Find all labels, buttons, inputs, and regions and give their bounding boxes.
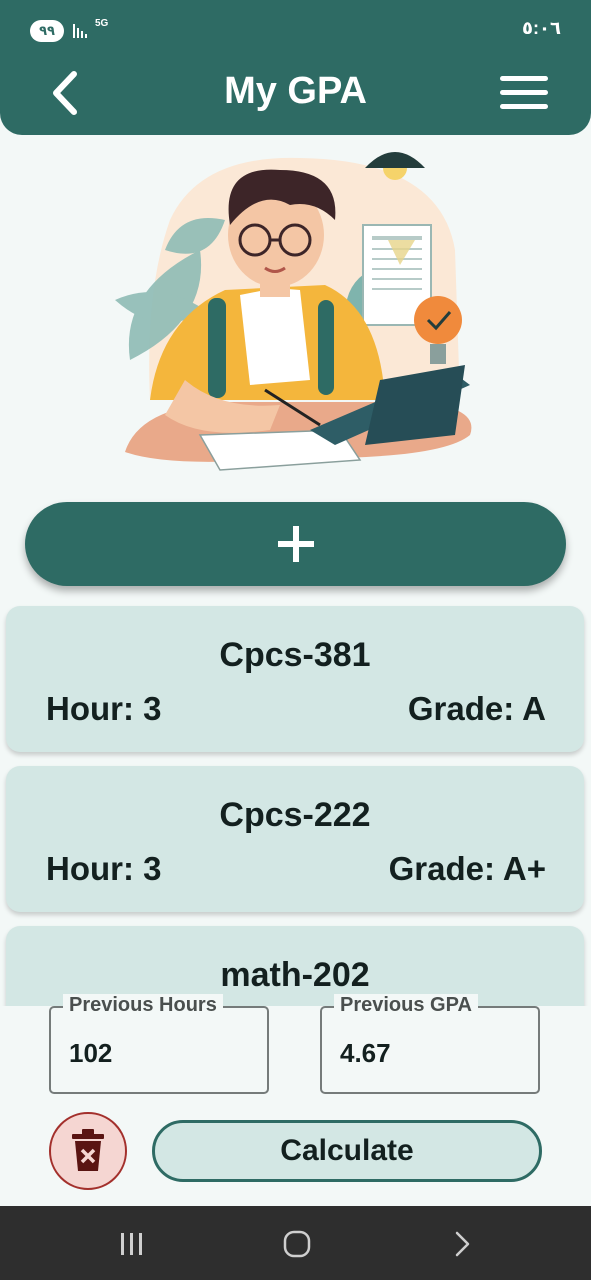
delete-button[interactable] [49,1112,127,1190]
recent-apps-icon[interactable] [117,1230,147,1258]
trash-x-icon [72,1129,104,1171]
course-grade: Grade: A [407,690,546,727]
course-list: Cpcs-381 Hour: 3 Grade: A Cpcs-222 Hour:… [0,598,591,1006]
plus-icon [277,526,314,562]
previous-gpa-field[interactable]: Previous GPA 4.67 [320,994,540,1094]
previous-hours-value: 102 [69,1038,113,1068]
system-nav-bar [0,1206,591,1280]
course-card[interactable]: Cpcs-381 Hour: 3 Grade: A [6,606,584,752]
network-type: 5G [95,18,109,29]
calculate-button[interactable]: Calculate [152,1120,542,1182]
previous-gpa-label: Previous GPA [334,994,478,1017]
course-hours: Hour: 3 [46,850,162,887]
hamburger-menu-icon [500,76,548,81]
course-card[interactable]: Cpcs-222 Hour: 3 Grade: A+ [6,766,584,912]
student-illustration [115,152,472,471]
home-icon[interactable] [282,1230,312,1258]
signal-icon [73,24,87,38]
course-name: math-202 [220,956,370,994]
status-time: ٥:٠٦ [522,18,561,38]
previous-hours-label: Previous Hours [63,994,223,1017]
previous-hours-field[interactable]: Previous Hours 102 [49,994,269,1094]
course-name: Cpcs-222 [219,796,371,834]
course-hours: Hour: 3 [46,690,162,727]
menu-button[interactable] [500,74,550,112]
course-name: Cpcs-381 [219,636,371,674]
back-nav-icon[interactable] [448,1230,478,1258]
app-bar: ٩٩ 5G ٥:٠٦ My GPA [0,0,591,135]
previous-gpa-value: 4.67 [340,1038,391,1068]
battery-indicator: ٩٩ [30,20,64,42]
add-course-button[interactable] [25,502,566,586]
course-grade: Grade: A+ [388,850,546,887]
status-bar: ٩٩ 5G ٥:٠٦ [0,0,591,60]
